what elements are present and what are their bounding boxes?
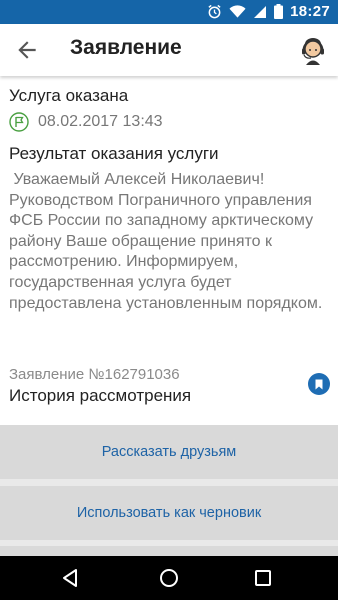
service-status-title: Услуга оказана: [9, 86, 129, 105]
result-heading: Результат оказания услуги: [9, 144, 219, 163]
result-text: Уважаемый Алексей Николаевич! Руководств…: [9, 171, 323, 312]
bookmark-button[interactable]: [308, 373, 330, 395]
bookmark-icon: [315, 379, 323, 389]
nav-recent-apps-icon[interactable]: [254, 568, 272, 588]
headset-operator-icon[interactable]: [298, 35, 328, 65]
cellular-signal-icon: [254, 5, 267, 18]
flag-icon: [9, 112, 29, 132]
battery-icon: [274, 4, 284, 19]
arrow-left-icon[interactable]: [14, 37, 40, 63]
status-bar: 18:27: [0, 0, 338, 24]
history-link[interactable]: История рассмотрения: [9, 386, 191, 406]
status-date: 08.02.2017 13:43: [38, 113, 163, 130]
page-title: Заявление: [70, 36, 182, 59]
wifi-icon: [229, 4, 246, 18]
alarm-icon: [208, 4, 221, 19]
next-button-edge: [0, 546, 338, 556]
status-icons: 18:27: [207, 3, 330, 20]
clock: 18:27: [290, 3, 330, 20]
system-nav-bar: [0, 556, 338, 600]
app-bar: Заявление: [0, 24, 338, 76]
application-number: Заявление №162791036: [9, 366, 180, 383]
nav-home-icon[interactable]: [159, 568, 179, 588]
share-with-friends-button[interactable]: Рассказать друзьям: [0, 425, 338, 479]
nav-back-icon[interactable]: [61, 568, 81, 588]
use-as-draft-button[interactable]: Использовать как черновик: [0, 486, 338, 540]
